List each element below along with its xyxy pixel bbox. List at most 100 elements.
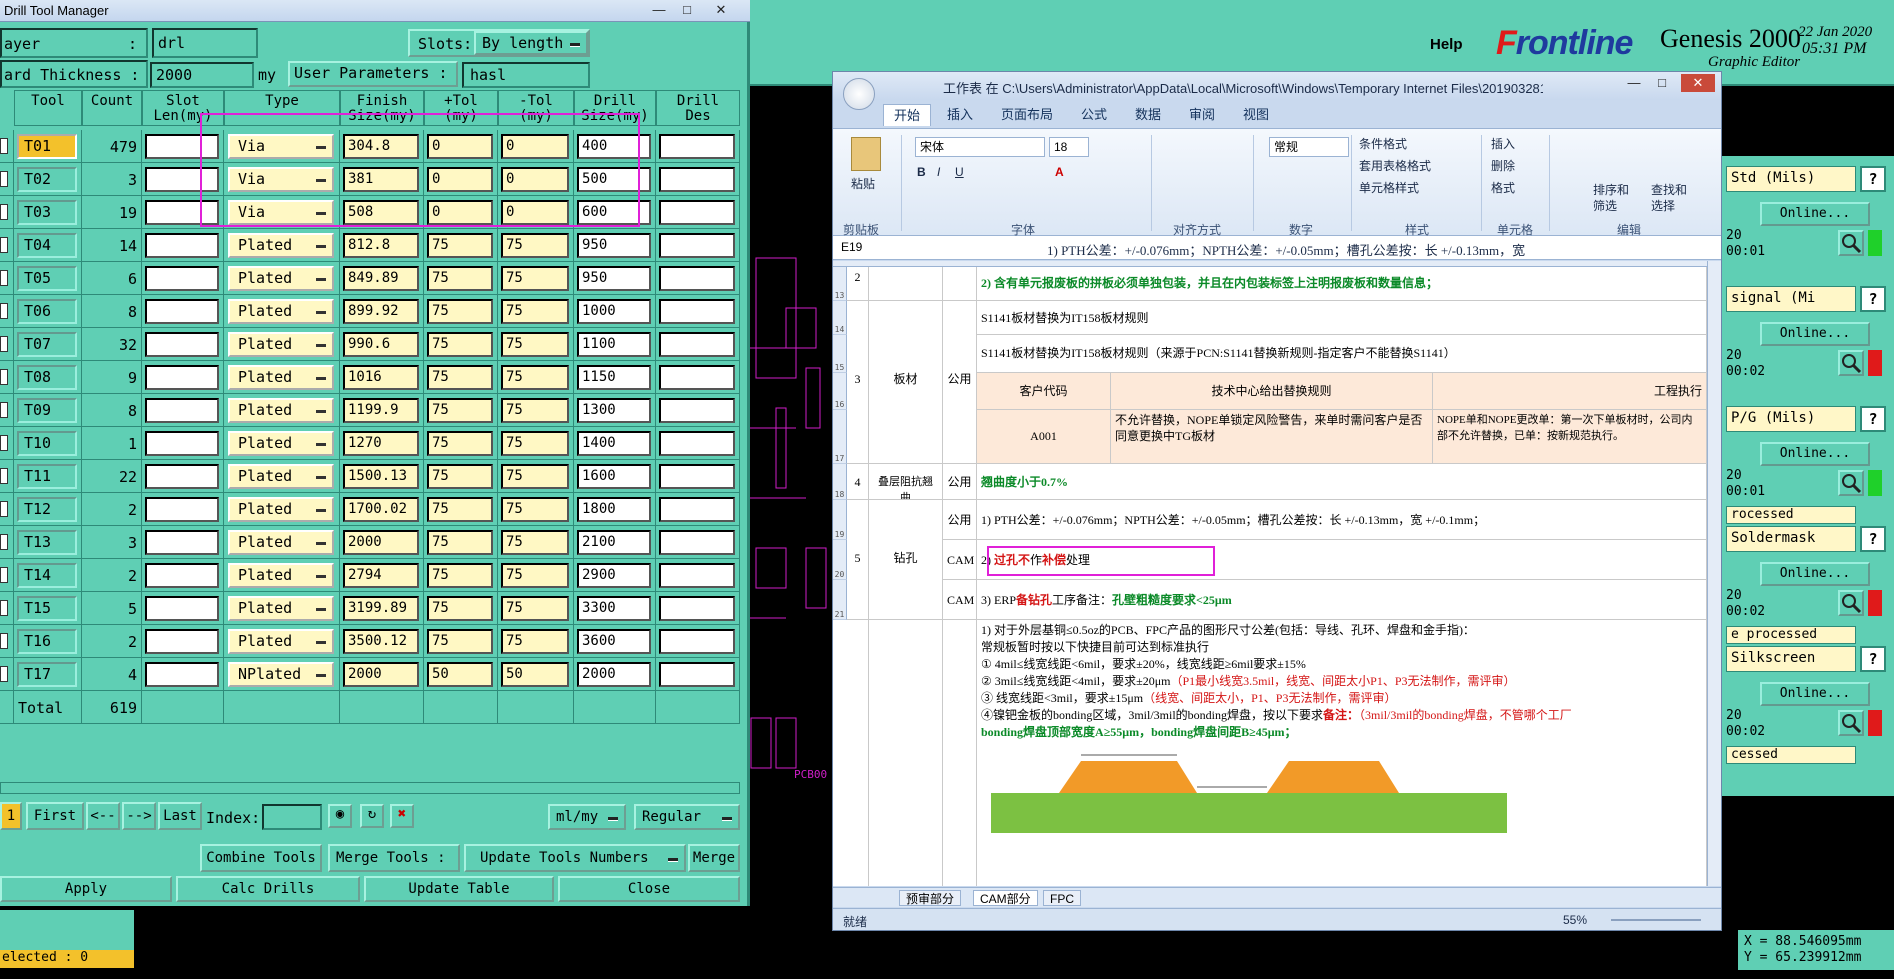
des-input[interactable]: [659, 497, 735, 522]
des-input[interactable]: [659, 563, 735, 588]
minimize-icon[interactable]: —: [646, 1, 672, 19]
tool-id[interactable]: T12: [17, 497, 77, 522]
search-index-icon[interactable]: ◉: [328, 804, 352, 828]
des-input[interactable]: [659, 365, 735, 390]
table-format[interactable]: 套用表格格式: [1359, 157, 1431, 174]
ptol-input[interactable]: 75: [427, 497, 493, 522]
tool-id[interactable]: T03: [17, 200, 77, 225]
finish-input[interactable]: 812.8: [343, 233, 419, 258]
drill-input[interactable]: 1000: [577, 299, 651, 324]
finish-input[interactable]: 1016: [343, 365, 419, 390]
row-header[interactable]: 18: [833, 464, 847, 500]
des-input[interactable]: [659, 431, 735, 456]
drill-input[interactable]: 1150: [577, 365, 651, 390]
row-select-icon[interactable]: [0, 501, 8, 517]
finish-input[interactable]: 849.89: [343, 266, 419, 291]
prev-button[interactable]: <--: [86, 802, 120, 830]
slot-input[interactable]: [145, 530, 219, 555]
tool-id[interactable]: T14: [17, 563, 77, 588]
des-input[interactable]: [659, 299, 735, 324]
tool-id[interactable]: T13: [17, 530, 77, 555]
ptol-input[interactable]: 75: [427, 299, 493, 324]
tool-id[interactable]: T11: [17, 464, 77, 489]
des-input[interactable]: [659, 233, 735, 258]
name-box[interactable]: E19: [837, 238, 997, 258]
units-dropdown[interactable]: ml/my: [548, 804, 626, 830]
cell-styles[interactable]: 单元格样式: [1359, 179, 1419, 196]
ptol-input[interactable]: 75: [427, 365, 493, 390]
layer-online-button[interactable]: Online...: [1760, 322, 1870, 346]
tool-id[interactable]: T17: [17, 662, 77, 687]
layer-help-button[interactable]: ?: [1860, 406, 1886, 432]
apply-button[interactable]: Apply: [0, 876, 172, 902]
combine-tools-button[interactable]: Combine Tools: [200, 844, 322, 872]
merge-button[interactable]: Merge: [688, 844, 740, 872]
row-header[interactable]: 20: [833, 540, 847, 580]
drill-input[interactable]: 2100: [577, 530, 651, 555]
finish-input[interactable]: 1270: [343, 431, 419, 456]
tool-id[interactable]: T06: [17, 299, 77, 324]
update-tools-numbers-dropdown[interactable]: Update Tools Numbers: [464, 844, 686, 872]
layer-online-button[interactable]: Online...: [1760, 682, 1870, 706]
des-input[interactable]: [659, 200, 735, 225]
number-format-select[interactable]: 常规: [1269, 137, 1349, 157]
ptol-input[interactable]: 75: [427, 563, 493, 588]
ribbon-tab-2[interactable]: 页面布局: [991, 104, 1063, 126]
horizontal-scrollbar[interactable]: [0, 782, 740, 794]
slot-input[interactable]: [145, 596, 219, 621]
ribbon-tab-0[interactable]: 开始: [883, 104, 932, 126]
ptol-input[interactable]: 75: [427, 332, 493, 357]
layer-online-button[interactable]: Online...: [1760, 442, 1870, 466]
font-size-select[interactable]: 18: [1049, 137, 1089, 157]
mtol-input[interactable]: 75: [501, 398, 569, 423]
mtol-input[interactable]: 75: [501, 596, 569, 621]
slot-input[interactable]: [145, 332, 219, 357]
ptol-input[interactable]: 75: [427, 629, 493, 654]
find-select[interactable]: 查找和: [1651, 181, 1687, 198]
slot-input[interactable]: [145, 662, 219, 687]
magnify-icon[interactable]: [1838, 350, 1864, 376]
layer-input[interactable]: drl: [152, 28, 258, 58]
row-header[interactable]: 13: [833, 267, 847, 301]
des-input[interactable]: [659, 530, 735, 555]
row-header[interactable]: 15: [833, 335, 847, 373]
row-select-icon[interactable]: [0, 567, 8, 583]
tool-id[interactable]: T08: [17, 365, 77, 390]
mtol-input[interactable]: 75: [501, 629, 569, 654]
magnify-icon[interactable]: [1838, 470, 1864, 496]
slot-input[interactable]: [145, 563, 219, 588]
row-select-icon[interactable]: [0, 237, 8, 253]
tool-id[interactable]: T05: [17, 266, 77, 291]
excel-minimize-icon[interactable]: —: [1621, 74, 1647, 92]
italic-icon[interactable]: I: [937, 165, 940, 179]
bold-icon[interactable]: B: [917, 165, 926, 179]
ribbon-tab-4[interactable]: 数据: [1125, 104, 1171, 126]
des-input[interactable]: [659, 398, 735, 423]
sheet-tab-3[interactable]: FPC: [1043, 890, 1081, 906]
row-select-icon[interactable]: [0, 303, 8, 319]
mtol-input[interactable]: 75: [501, 530, 569, 555]
genesis-help-button[interactable]: Help: [1430, 36, 1463, 53]
mtol-input[interactable]: 50: [501, 662, 569, 687]
slot-input[interactable]: [145, 497, 219, 522]
tool-id[interactable]: T07: [17, 332, 77, 357]
clear-index-icon[interactable]: ✖: [390, 804, 414, 828]
type-dropdown[interactable]: Plated: [228, 596, 334, 621]
magnify-icon[interactable]: [1838, 710, 1864, 736]
drill-input[interactable]: 950: [577, 233, 651, 258]
zoom-slider[interactable]: [1611, 919, 1701, 921]
layer-help-button[interactable]: ?: [1860, 286, 1886, 312]
format-cells[interactable]: 格式: [1491, 179, 1515, 196]
sheet-tab-1[interactable]: 预审部分: [899, 890, 962, 906]
mtol-input[interactable]: 75: [501, 563, 569, 588]
user-parameters-input[interactable]: hasl: [462, 62, 590, 88]
drill-input[interactable]: 3300: [577, 596, 651, 621]
ribbon-tab-6[interactable]: 视图: [1233, 104, 1279, 126]
row-select-icon[interactable]: [0, 600, 8, 616]
ptol-input[interactable]: 75: [427, 596, 493, 621]
row-select-icon[interactable]: [0, 402, 8, 418]
tool-id[interactable]: T01: [17, 134, 77, 159]
row-select-icon[interactable]: [0, 369, 8, 385]
zoom-level[interactable]: 55%: [1563, 913, 1587, 927]
finish-input[interactable]: 2000: [343, 662, 419, 687]
